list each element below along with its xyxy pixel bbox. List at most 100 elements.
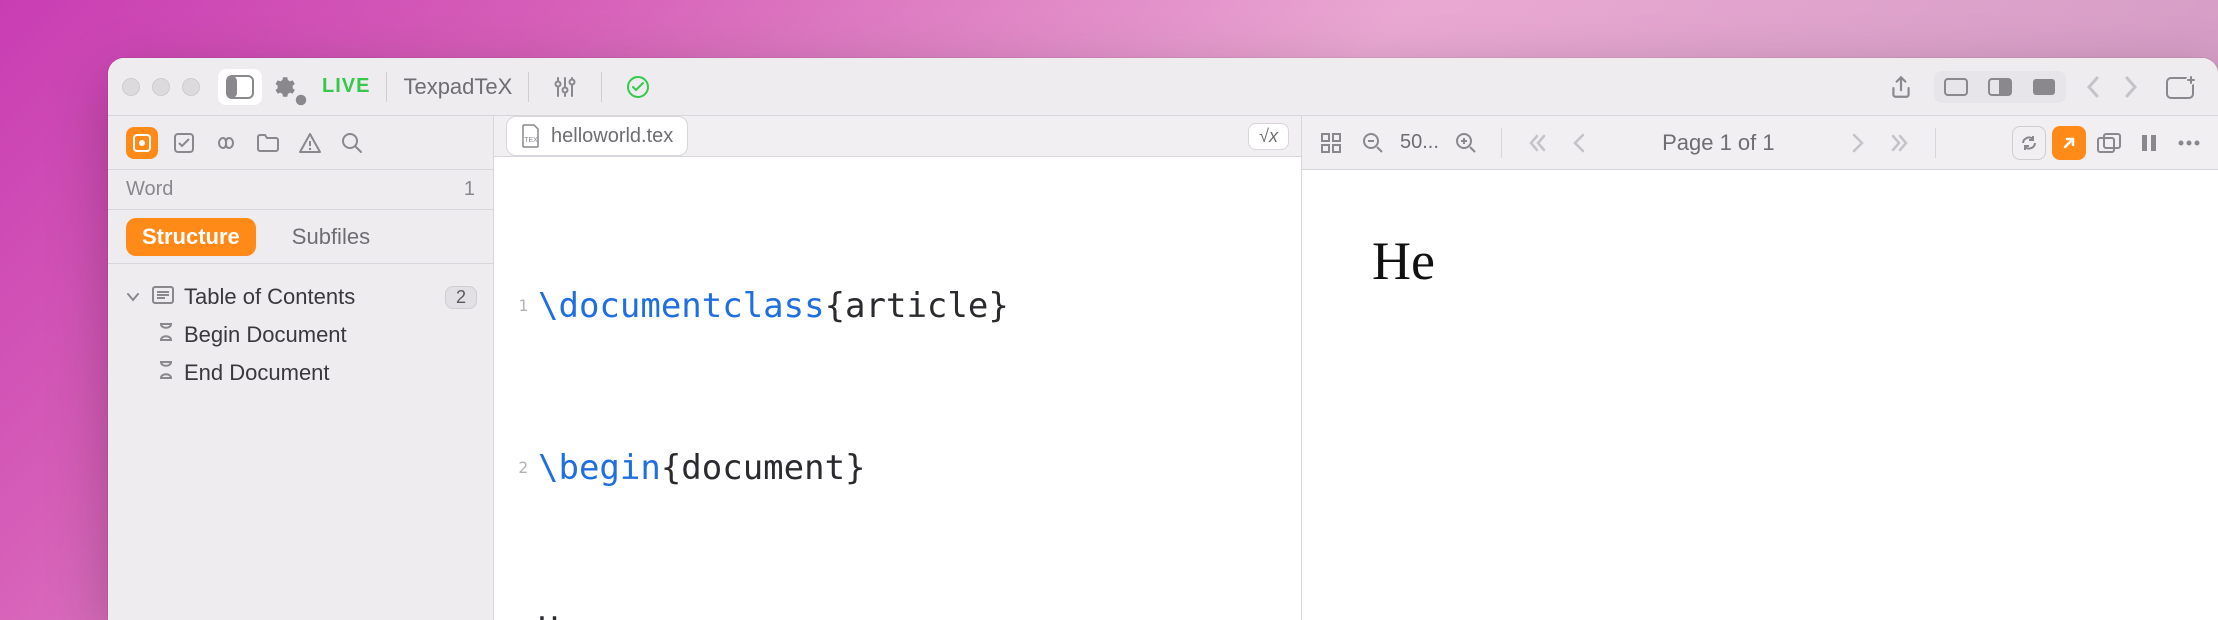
titlebar: LIVE TexpadTeX — [108, 58, 2218, 116]
zoom-in-button[interactable] — [1449, 126, 1483, 160]
code-editor[interactable]: 1\documentclass{article} 2\begin{documen… — [494, 157, 1301, 620]
separator — [1501, 128, 1502, 158]
close-window-button[interactable] — [122, 78, 140, 96]
zoom-in-icon — [1455, 132, 1477, 154]
infinity-button[interactable] — [210, 127, 242, 159]
window-plus-icon — [2166, 75, 2196, 99]
zoom-window-button[interactable] — [182, 78, 200, 96]
toc-item-label: End Document — [184, 360, 330, 386]
sliders-button[interactable] — [545, 69, 585, 105]
separator — [601, 72, 602, 102]
preview-rendered-output[interactable]: He — [1302, 170, 2218, 620]
sidebar-toggle-button[interactable] — [218, 69, 262, 105]
sliders-icon — [553, 75, 577, 99]
folder-button[interactable] — [252, 127, 284, 159]
infinity-icon — [213, 135, 239, 151]
word-label: Word — [126, 178, 173, 201]
toc-item-begin[interactable]: Begin Document — [154, 316, 481, 354]
sync-icon — [2019, 133, 2039, 153]
last-page-button[interactable] — [1883, 126, 1917, 160]
line-number: 3 — [504, 603, 528, 620]
first-page-button[interactable] — [1520, 126, 1554, 160]
traffic-lights — [122, 78, 200, 96]
zoom-level-label[interactable]: 50... — [1400, 131, 1439, 154]
chevrons-right-icon — [1890, 133, 1910, 153]
sidebar: Word 1 Structure Subfiles Table of Conte… — [108, 116, 494, 620]
zoom-out-icon — [1362, 132, 1384, 154]
editor-file-tab[interactable]: TEX helloworld.tex — [506, 116, 688, 156]
checkmark-circle-icon — [626, 75, 650, 99]
toc-root[interactable]: Table of Contents 2 — [120, 278, 481, 316]
rendered-text: He — [1372, 231, 1435, 291]
separator — [386, 72, 387, 102]
warnings-button[interactable] — [294, 127, 326, 159]
preview-pane: 50... Page 1 of 1 — [1302, 116, 2218, 620]
toc-item-end[interactable]: End Document — [154, 354, 481, 392]
chevron-left-icon — [2086, 76, 2100, 98]
hourglass-icon — [158, 322, 174, 348]
hourglass-icon — [158, 360, 174, 386]
chevron-right-icon — [1851, 133, 1865, 153]
share-button[interactable] — [1880, 69, 1922, 105]
search-icon — [341, 132, 363, 154]
windows-button[interactable] — [2092, 126, 2126, 160]
settings-button[interactable] — [262, 69, 304, 105]
gear-small-icon — [294, 93, 308, 107]
math-snippets-button[interactable]: √x — [1248, 123, 1289, 150]
zoom-out-button[interactable] — [1356, 126, 1390, 160]
folder-icon — [256, 133, 280, 153]
layout-split-button[interactable] — [1978, 71, 2022, 103]
grid-view-button[interactable] — [1314, 126, 1348, 160]
chevron-right-icon — [2124, 76, 2138, 98]
layout-segmented-control — [1934, 71, 2066, 103]
nav-back-button[interactable] — [2076, 70, 2110, 104]
typesetter-label[interactable]: TexpadTeX — [403, 74, 512, 100]
ellipsis-icon — [2177, 139, 2201, 147]
checkbox-button[interactable] — [168, 127, 200, 159]
nav-forward-button[interactable] — [2114, 70, 2148, 104]
share-icon — [1888, 74, 1914, 100]
warning-icon — [298, 132, 322, 154]
checkbox-icon — [173, 132, 195, 154]
svg-text:TEX: TEX — [524, 137, 538, 144]
search-button[interactable] — [336, 127, 368, 159]
line-number: 2 — [504, 441, 528, 495]
word-count-value: 1 — [464, 178, 475, 201]
page-indicator: Page 1 of 1 — [1662, 130, 1775, 156]
nav-history — [2076, 70, 2148, 104]
app-window: LIVE TexpadTeX — [108, 58, 2218, 620]
sync-button[interactable] — [2012, 126, 2046, 160]
new-window-button[interactable] — [2158, 69, 2204, 105]
pause-button[interactable] — [2132, 126, 2166, 160]
outline-mode-button[interactable] — [126, 127, 158, 159]
target-icon — [131, 132, 153, 154]
editor-tabbar: TEX helloworld.tex √x — [494, 116, 1301, 157]
sidebar-tabs: Structure Subfiles — [108, 210, 493, 264]
toc-count-badge: 2 — [445, 286, 477, 309]
word-count-bar: Word 1 — [108, 170, 493, 210]
sidebar-toolbar — [108, 116, 493, 170]
pause-icon — [2140, 133, 2158, 153]
tab-structure[interactable]: Structure — [126, 218, 256, 256]
tab-subfiles[interactable]: Subfiles — [276, 218, 386, 256]
separator — [1935, 128, 1936, 158]
gear-icon — [270, 74, 296, 100]
grid-icon — [1320, 132, 1342, 154]
toc-label: Table of Contents — [184, 284, 355, 310]
layout-preview-button[interactable] — [2022, 71, 2066, 103]
more-button[interactable] — [2172, 126, 2206, 160]
status-ok-icon[interactable] — [618, 69, 658, 105]
layout-single-button[interactable] — [1934, 71, 1978, 103]
minimize-window-button[interactable] — [152, 78, 170, 96]
separator — [528, 72, 529, 102]
prev-page-button[interactable] — [1562, 126, 1596, 160]
export-button[interactable] — [2052, 126, 2086, 160]
live-indicator[interactable]: LIVE — [322, 75, 370, 98]
tex-file-icon: TEX — [521, 124, 541, 148]
arrow-up-right-icon — [2059, 133, 2079, 153]
list-icon — [152, 284, 174, 310]
chevron-left-icon — [1572, 133, 1586, 153]
next-page-button[interactable] — [1841, 126, 1875, 160]
chevron-down-icon — [124, 290, 142, 304]
filename-label: helloworld.tex — [551, 125, 673, 148]
